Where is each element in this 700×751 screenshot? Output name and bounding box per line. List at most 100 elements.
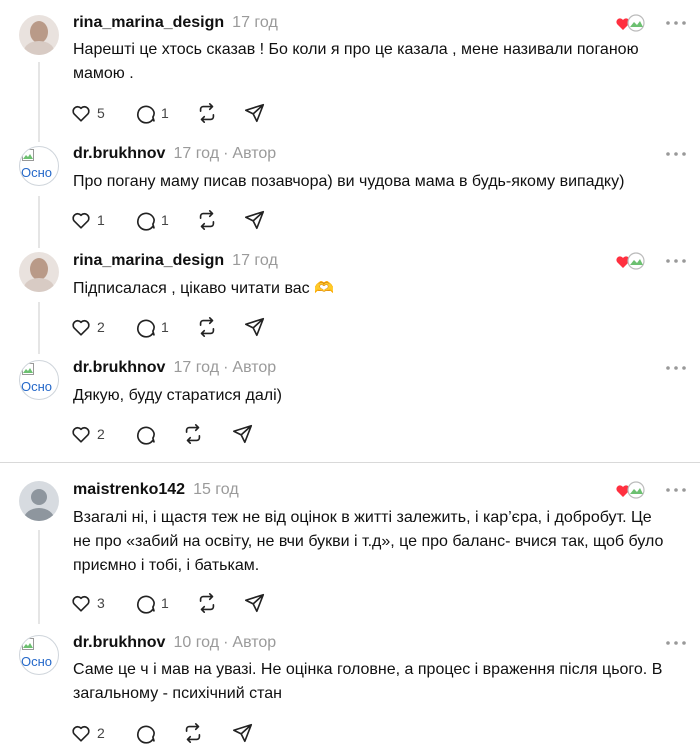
like-count: 2 bbox=[97, 725, 105, 741]
comment-header: rina_marina_design 17 год bbox=[73, 252, 278, 270]
like-button[interactable]: 2 bbox=[70, 315, 105, 339]
share-button[interactable] bbox=[244, 591, 266, 615]
more-icon[interactable] bbox=[664, 638, 688, 648]
comment-icon bbox=[137, 725, 155, 744]
avatar-alt-text: Осно bbox=[21, 654, 53, 669]
timestamp[interactable]: 10 год bbox=[173, 634, 219, 651]
like-count: 1 bbox=[97, 212, 105, 228]
repost-button[interactable] bbox=[196, 101, 218, 125]
username[interactable]: maistrenko142 bbox=[73, 481, 185, 498]
username[interactable]: dr.brukhnov bbox=[73, 145, 165, 162]
timestamp[interactable]: 17 год bbox=[232, 252, 278, 269]
share-button[interactable] bbox=[244, 315, 266, 339]
like-button[interactable]: 5 bbox=[70, 101, 105, 125]
repost-button[interactable] bbox=[182, 721, 204, 745]
thread-line bbox=[38, 302, 40, 354]
send-icon bbox=[233, 424, 253, 444]
reply-button[interactable] bbox=[134, 422, 161, 446]
share-button[interactable] bbox=[232, 721, 254, 745]
repost-icon bbox=[199, 317, 215, 337]
comment-text: Нарешті це хтось сказав ! Бо коли я про … bbox=[73, 41, 639, 82]
username[interactable]: dr.brukhnov bbox=[73, 634, 165, 651]
username[interactable]: dr.brukhnov bbox=[73, 359, 165, 376]
timestamp[interactable]: 17 год bbox=[173, 145, 219, 162]
broken-image-icon bbox=[22, 149, 34, 161]
reply-button[interactable]: 1 bbox=[134, 591, 169, 615]
avatar[interactable]: Осно bbox=[19, 360, 59, 400]
reply-count: 1 bbox=[161, 319, 169, 335]
share-button[interactable] bbox=[244, 208, 266, 232]
timestamp[interactable]: 15 год bbox=[193, 481, 239, 498]
reply-button[interactable]: 1 bbox=[134, 315, 169, 339]
heart-icon bbox=[72, 212, 90, 229]
like-count: 3 bbox=[97, 595, 105, 611]
like-button[interactable]: 1 bbox=[70, 208, 105, 232]
username[interactable]: rina_marina_design bbox=[73, 252, 224, 269]
comment-text: Взагалі ні, і щастя теж не від оцінок в … bbox=[73, 509, 664, 574]
broken-image-icon bbox=[22, 363, 34, 375]
more-icon[interactable] bbox=[664, 18, 688, 28]
broken-image-icon bbox=[22, 638, 34, 650]
author-label: Автор bbox=[232, 634, 277, 651]
author-label: Автор bbox=[232, 145, 277, 162]
repost-icon bbox=[185, 723, 201, 743]
thread-divider bbox=[0, 462, 700, 463]
heart-icon bbox=[72, 426, 90, 443]
comment-header: rina_marina_design 17 год bbox=[73, 14, 278, 32]
heart-icon bbox=[72, 105, 90, 122]
avatar[interactable] bbox=[19, 252, 59, 292]
more-icon[interactable] bbox=[664, 256, 688, 266]
repost-button[interactable] bbox=[196, 208, 218, 232]
heart-badge-icon bbox=[616, 14, 645, 32]
timestamp[interactable]: 17 год bbox=[173, 359, 219, 376]
send-icon bbox=[245, 103, 265, 123]
avatar[interactable]: Осно bbox=[19, 635, 59, 675]
repost-icon bbox=[199, 593, 215, 613]
repost-icon bbox=[199, 103, 215, 123]
reply-button[interactable]: 1 bbox=[134, 208, 169, 232]
thread-line bbox=[38, 196, 40, 248]
more-icon[interactable] bbox=[664, 363, 688, 373]
like-button[interactable]: 3 bbox=[70, 591, 105, 615]
like-count: 5 bbox=[97, 105, 105, 121]
heart-badge-icon bbox=[616, 252, 645, 270]
share-button[interactable] bbox=[244, 101, 266, 125]
send-icon bbox=[233, 723, 253, 743]
repost-button[interactable] bbox=[182, 422, 204, 446]
avatar[interactable] bbox=[19, 481, 59, 521]
reply-count: 1 bbox=[161, 212, 169, 228]
avatar-alt-text: Осно bbox=[21, 379, 53, 394]
repost-button[interactable] bbox=[196, 591, 218, 615]
reply-button[interactable] bbox=[134, 721, 161, 745]
heart-icon bbox=[72, 319, 90, 336]
send-icon bbox=[245, 593, 265, 613]
repost-icon bbox=[199, 210, 215, 230]
reply-count: 1 bbox=[161, 105, 169, 121]
share-button[interactable] bbox=[232, 422, 254, 446]
send-icon bbox=[245, 317, 265, 337]
comment-header: dr.brukhnov 17 год · Автор bbox=[73, 359, 276, 377]
username[interactable]: rina_marina_design bbox=[73, 14, 224, 31]
repost-button[interactable] bbox=[196, 315, 218, 339]
thread-line bbox=[38, 62, 40, 142]
like-button[interactable]: 2 bbox=[70, 422, 105, 446]
comment-text: Саме це ч і мав на увазі. Не оцінка голо… bbox=[73, 661, 663, 702]
separator: · bbox=[223, 634, 229, 651]
comment-text: Підписалася , цікаво читати вас 🫶 bbox=[73, 280, 335, 297]
more-icon[interactable] bbox=[664, 149, 688, 159]
timestamp[interactable]: 17 год bbox=[232, 14, 278, 31]
reply-button[interactable]: 1 bbox=[134, 101, 169, 125]
comment-text: Дякую, буду старатися далі) bbox=[73, 387, 282, 404]
heart-badge-icon bbox=[616, 481, 645, 499]
heart-icon bbox=[72, 595, 90, 612]
comment-header: dr.brukhnov 10 год · Автор bbox=[73, 634, 276, 652]
like-button[interactable]: 2 bbox=[70, 721, 105, 745]
comment-icon bbox=[137, 595, 155, 614]
avatar[interactable] bbox=[19, 15, 59, 55]
comment-icon bbox=[137, 319, 155, 338]
author-label: Автор bbox=[232, 359, 277, 376]
comment-icon bbox=[137, 426, 155, 445]
heart-icon bbox=[72, 725, 90, 742]
more-icon[interactable] bbox=[664, 485, 688, 495]
avatar[interactable]: Осно bbox=[19, 146, 59, 186]
